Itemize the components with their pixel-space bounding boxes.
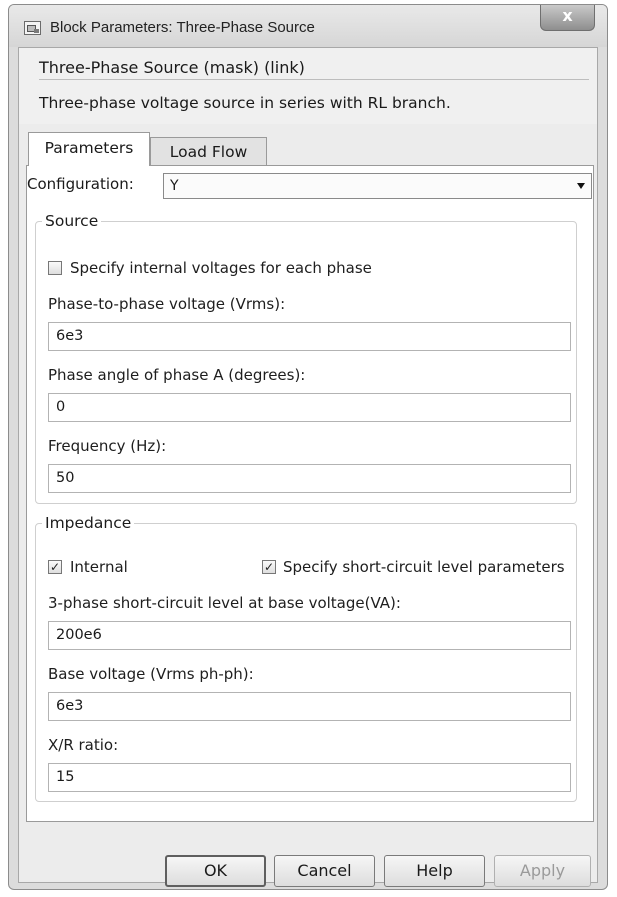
- close-icon: x: [562, 6, 573, 25]
- apply-button[interactable]: Apply: [494, 855, 591, 887]
- chevron-down-icon: [577, 183, 585, 189]
- help-button[interactable]: Help: [384, 855, 485, 887]
- configuration-select[interactable]: Y: [163, 173, 592, 199]
- internal-label: Internal: [70, 558, 128, 576]
- internal-checkbox[interactable]: ✓: [48, 560, 62, 574]
- tab-load-flow[interactable]: Load Flow: [150, 137, 267, 166]
- base-voltage-label: Base voltage (Vrms ph-ph):: [48, 665, 254, 683]
- header-divider: [39, 79, 589, 80]
- phase-voltage-input[interactable]: 6e3: [48, 322, 571, 351]
- tab-parameters[interactable]: Parameters: [28, 132, 150, 166]
- phase-angle-label: Phase angle of phase A (degrees):: [48, 366, 306, 384]
- dialog-body: Three-Phase Source (mask) (link) Three-p…: [18, 47, 598, 887]
- phase-angle-input[interactable]: 0: [48, 393, 571, 422]
- xr-ratio-label: X/R ratio:: [48, 736, 119, 754]
- short-circuit-level-label: 3-phase short-circuit level at base volt…: [48, 594, 401, 612]
- short-circuit-params-checkbox[interactable]: ✓: [262, 560, 276, 574]
- configuration-value: Y: [170, 178, 179, 194]
- ok-button[interactable]: OK: [165, 855, 266, 887]
- impedance-legend: Impedance: [45, 514, 132, 532]
- title-bar[interactable]: Block Parameters: Three-Phase Source x: [9, 5, 607, 47]
- close-button[interactable]: x: [540, 5, 595, 31]
- mask-header: Three-Phase Source (mask) (link) Three-p…: [19, 48, 597, 124]
- configuration-label: Configuration:: [27, 175, 134, 193]
- mask-description: Three-phase voltage source in series wit…: [39, 94, 451, 112]
- parameters-panel: Configuration: Y Source Specify internal…: [26, 165, 594, 822]
- short-circuit-params-label: Specify short-circuit level parameters: [283, 558, 565, 576]
- specify-internal-checkbox[interactable]: [48, 261, 62, 275]
- specify-internal-label: Specify internal voltages for each phase: [70, 259, 372, 277]
- source-legend: Source: [45, 212, 99, 230]
- short-circuit-level-input[interactable]: 200e6: [48, 621, 571, 650]
- window-title: Block Parameters: Three-Phase Source: [50, 19, 315, 36]
- xr-ratio-input[interactable]: 15: [48, 763, 571, 792]
- mask-title: Three-Phase Source (mask) (link): [39, 58, 305, 77]
- base-voltage-input[interactable]: 6e3: [48, 692, 571, 721]
- frequency-input[interactable]: 50: [48, 464, 571, 493]
- frequency-label: Frequency (Hz):: [48, 437, 167, 455]
- cancel-button[interactable]: Cancel: [274, 855, 375, 887]
- source-group: Source Specify internal voltages for eac…: [35, 212, 577, 504]
- simulink-block-icon: [24, 21, 41, 35]
- phase-voltage-label: Phase-to-phase voltage (Vrms):: [48, 295, 286, 313]
- block-parameters-dialog: Block Parameters: Three-Phase Source x T…: [8, 4, 608, 890]
- impedance-group: Impedance ✓ Internal ✓ Specify short-cir…: [35, 514, 577, 802]
